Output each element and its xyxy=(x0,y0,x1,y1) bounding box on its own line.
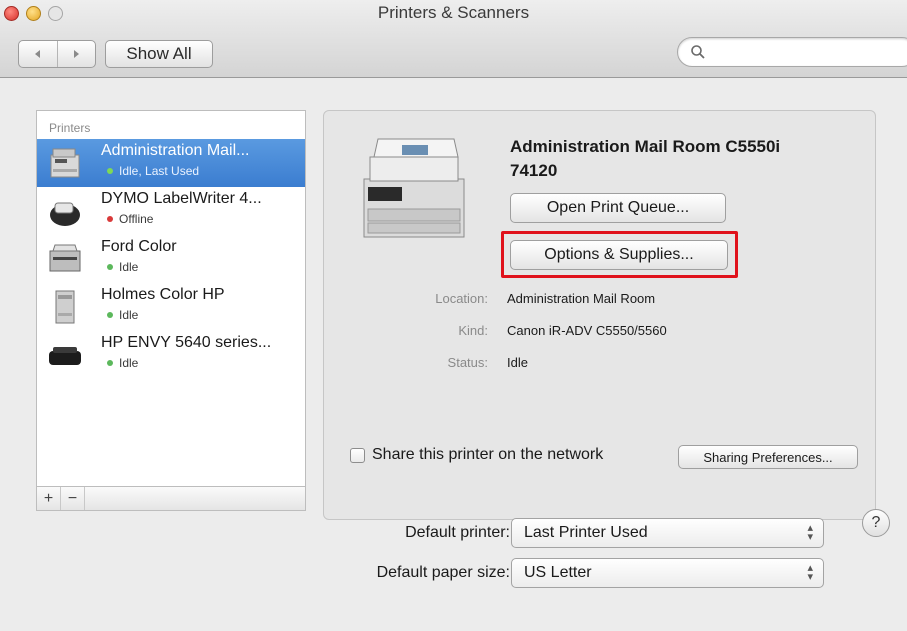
up-down-chevron-icon: ▴ ▾ xyxy=(807,522,813,543)
printer-status-text: Idle xyxy=(119,260,139,274)
sharing-preferences-button[interactable]: Sharing Preferences... xyxy=(678,445,858,469)
printers-list-header: Printers xyxy=(49,121,91,135)
back-button[interactable] xyxy=(19,41,57,67)
printer-name: Holmes Color HP xyxy=(101,286,225,303)
search-field[interactable] xyxy=(677,37,907,67)
printer-row-hp-envy[interactable]: HP ENVY 5640 series... Idle xyxy=(37,331,305,379)
status-dot-icon xyxy=(107,216,113,222)
preferences-content: Printers Administration Mail... Idle, La… xyxy=(0,78,907,631)
remove-printer-button[interactable]: − xyxy=(61,487,85,510)
printer-details-panel: Administration Mail Room C5550i 74120 Op… xyxy=(323,110,876,520)
add-printer-button[interactable]: + xyxy=(37,487,61,510)
printer-image xyxy=(363,138,465,238)
up-down-chevron-icon: ▴ ▾ xyxy=(807,562,813,583)
default-paper-size-label: Default paper size: xyxy=(376,564,510,581)
kind-value: Canon iR-ADV C5550/5560 xyxy=(507,323,667,338)
search-icon xyxy=(691,45,705,59)
window-titlebar: Printers & Scanners Show All xyxy=(0,0,907,78)
printer-status: Idle xyxy=(107,308,138,322)
printer-status: Idle, Last Used xyxy=(107,164,199,178)
laser-printer-icon xyxy=(49,244,81,272)
show-all-button[interactable]: Show All xyxy=(105,40,213,68)
printer-name: Ford Color xyxy=(101,238,177,255)
status-dot-icon xyxy=(107,264,113,270)
status-dot-icon xyxy=(107,168,113,174)
printer-status-text: Idle xyxy=(119,356,139,370)
printer-status: Idle xyxy=(107,260,138,274)
printer-detail-title-line1: Administration Mail Room C5550i xyxy=(510,137,781,156)
back-forward-control xyxy=(18,40,96,68)
chevron-left-icon xyxy=(34,50,40,58)
printer-row-administration[interactable]: Administration Mail... Idle, Last Used xyxy=(37,139,305,187)
share-printer-label[interactable]: Share this printer on the network xyxy=(372,446,603,464)
label-printer-icon xyxy=(50,202,80,226)
printer-list: Printers Administration Mail... Idle, La… xyxy=(36,110,306,487)
default-paper-size-value: US Letter xyxy=(524,564,592,581)
location-value: Administration Mail Room xyxy=(507,291,656,306)
printer-detail-title: Administration Mail Room C5550i 74120 xyxy=(510,135,780,183)
chevron-right-icon xyxy=(74,50,80,58)
printer-name: DYMO LabelWriter 4... xyxy=(101,190,262,207)
tower-printer-icon xyxy=(55,290,75,324)
printer-row-holmes-color[interactable]: Holmes Color HP Idle xyxy=(37,283,305,331)
inkjet-printer-icon xyxy=(49,347,81,365)
share-printer-row: Share this printer on the network xyxy=(350,446,603,464)
printer-name: Administration Mail... xyxy=(101,142,250,159)
status-value: Idle xyxy=(507,355,528,370)
default-paper-size-select[interactable]: US Letter ▴ ▾ xyxy=(511,558,824,588)
highlight-annotation xyxy=(501,231,738,278)
kind-label: Kind: xyxy=(458,323,488,338)
printer-status: Offline xyxy=(107,212,153,226)
printer-status-text: Idle xyxy=(119,308,139,322)
open-print-queue-button[interactable]: Open Print Queue... xyxy=(510,193,726,223)
status-dot-icon xyxy=(107,312,113,318)
printer-row-ford-color[interactable]: Ford Color Idle xyxy=(37,235,305,283)
printer-name: HP ENVY 5640 series... xyxy=(101,334,272,351)
default-printer-select[interactable]: Last Printer Used ▴ ▾ xyxy=(511,518,824,548)
default-printer-value: Last Printer Used xyxy=(524,524,648,541)
printer-status-text: Offline xyxy=(119,212,154,226)
printer-list-footer: + − xyxy=(36,487,306,511)
help-button[interactable]: ? xyxy=(862,509,890,537)
share-printer-checkbox[interactable] xyxy=(350,447,365,463)
default-printer-label: Default printer: xyxy=(405,524,510,541)
printer-detail-title-line2: 74120 xyxy=(510,161,558,180)
location-label: Location: xyxy=(435,291,488,306)
printer-status-text: Idle, Last Used xyxy=(119,164,200,178)
forward-button[interactable] xyxy=(56,41,96,67)
multifunction-printer-icon xyxy=(50,148,80,178)
status-label: Status: xyxy=(447,355,488,370)
printer-status: Idle xyxy=(107,356,138,370)
window-title: Printers & Scanners xyxy=(377,3,530,22)
printer-row-dymo[interactable]: DYMO LabelWriter 4... Offline xyxy=(37,187,305,235)
status-dot-icon xyxy=(107,360,113,366)
